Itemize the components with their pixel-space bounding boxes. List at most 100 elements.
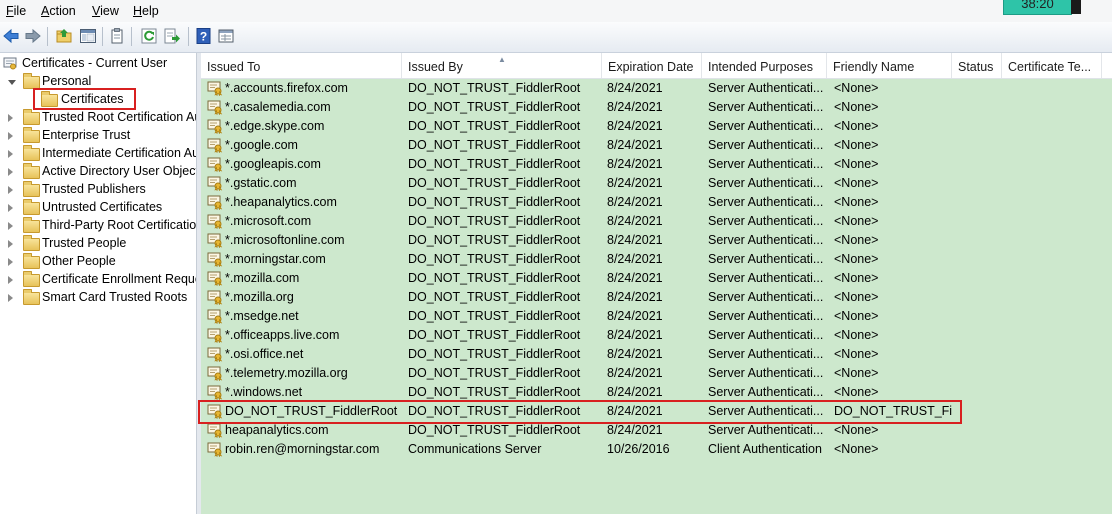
cell-expiration-date: 8/24/2021 bbox=[607, 271, 663, 285]
tree-item[interactable]: Smart Card Trusted Roots bbox=[8, 289, 196, 307]
toolbar-separator bbox=[188, 27, 189, 46]
up-folder-icon[interactable] bbox=[55, 27, 73, 45]
cell-expiration-date: 8/24/2021 bbox=[607, 100, 663, 114]
cell-friendly-name: <None> bbox=[834, 271, 879, 285]
tree-item[interactable]: Active Directory User Object bbox=[8, 163, 196, 181]
certificate-row[interactable]: *.telemetry.mozilla.org DO_NOT_TRUST_Fidd… bbox=[201, 364, 1112, 383]
certificate-row[interactable]: *.casalemedia.com DO_NOT_TRUST_FiddlerRoo… bbox=[201, 98, 1112, 117]
collapsed-arrow-icon[interactable] bbox=[8, 240, 13, 248]
tree-item[interactable]: Third-Party Root Certification Authoriti… bbox=[8, 217, 196, 235]
tree-item-label: Untrusted Certificates bbox=[42, 200, 163, 214]
certificate-row[interactable]: *.morningstar.com DO_NOT_TRUST_FiddlerRoo… bbox=[201, 250, 1112, 269]
certificate-icon bbox=[207, 100, 223, 115]
tree-item[interactable]: Trusted People bbox=[8, 235, 196, 253]
certificate-icon bbox=[207, 309, 223, 324]
column-intended-purposes[interactable]: Intended Purposes bbox=[702, 53, 827, 78]
tree-item[interactable]: Certificate Enrollment Requests bbox=[8, 271, 196, 289]
cell-intended-purposes: Server Authenticati... bbox=[708, 195, 824, 209]
cell-expiration-date: 8/24/2021 bbox=[607, 176, 663, 190]
export-list-icon[interactable] bbox=[163, 27, 181, 45]
menu-help[interactable]: Help bbox=[133, 4, 159, 18]
certificate-icon bbox=[207, 271, 223, 286]
certificate-icon bbox=[207, 385, 223, 400]
cell-expiration-date: 8/24/2021 bbox=[607, 157, 663, 171]
toolbar-separator bbox=[47, 27, 48, 46]
cell-issued-to: *.morningstar.com bbox=[225, 252, 326, 266]
cell-issued-to: *.windows.net bbox=[225, 385, 303, 399]
cell-intended-purposes: Server Authenticati... bbox=[708, 214, 824, 228]
certificate-icon bbox=[207, 119, 223, 134]
folder-icon bbox=[23, 253, 40, 269]
cell-friendly-name: <None> bbox=[834, 214, 879, 228]
cell-issued-by: DO_NOT_TRUST_FiddlerRoot bbox=[408, 423, 581, 437]
certificate-row[interactable]: *.google.com DO_NOT_TRUST_FiddlerRoot 8/24… bbox=[201, 136, 1112, 155]
cell-issued-by: DO_NOT_TRUST_FiddlerRoot bbox=[408, 81, 581, 95]
collapsed-arrow-icon[interactable] bbox=[8, 186, 13, 194]
certificate-row[interactable]: robin.ren@morningstar.com Communications … bbox=[201, 440, 1112, 459]
column-friendly-name[interactable]: Friendly Name bbox=[827, 53, 952, 78]
help-icon[interactable]: ? bbox=[195, 27, 213, 45]
cell-issued-to: *.mozilla.com bbox=[225, 271, 300, 285]
highlight-certificates-node bbox=[33, 88, 136, 110]
column-expiration-date[interactable]: Expiration Date bbox=[602, 53, 702, 78]
certificate-row[interactable]: *.googleapis.com DO_NOT_TRUST_FiddlerRoot… bbox=[201, 155, 1112, 174]
collapsed-arrow-icon[interactable] bbox=[8, 258, 13, 266]
cell-issued-by: DO_NOT_TRUST_FiddlerRoot bbox=[408, 385, 581, 399]
cell-expiration-date: 8/24/2021 bbox=[607, 81, 663, 95]
certificate-row[interactable]: *.mozilla.com DO_NOT_TRUST_FiddlerRoot 8/2… bbox=[201, 269, 1112, 288]
cell-intended-purposes: Server Authenticati... bbox=[708, 328, 824, 342]
menu-file[interactable]: File bbox=[6, 4, 26, 18]
list-header: Issued To Issued By Expiration Date Inte… bbox=[201, 53, 1112, 79]
folder-icon bbox=[23, 145, 40, 161]
collapsed-arrow-icon[interactable] bbox=[8, 204, 13, 212]
forward-arrow-icon[interactable] bbox=[24, 27, 42, 45]
collapsed-arrow-icon[interactable] bbox=[8, 294, 13, 302]
collapsed-arrow-icon[interactable] bbox=[8, 150, 13, 158]
cell-expiration-date: 8/24/2021 bbox=[607, 290, 663, 304]
cell-issued-to: robin.ren@morningstar.com bbox=[225, 442, 380, 456]
cell-expiration-date: 8/24/2021 bbox=[607, 423, 663, 437]
clipboard-icon[interactable] bbox=[108, 27, 126, 45]
tree-item[interactable]: Intermediate Certification Authorities bbox=[8, 145, 196, 163]
certificate-row[interactable]: *.msedge.net DO_NOT_TRUST_FiddlerRoot 8/24… bbox=[201, 307, 1112, 326]
certificate-row[interactable]: *.osi.office.net DO_NOT_TRUST_FiddlerRoot… bbox=[201, 345, 1112, 364]
tree-item[interactable]: Other People bbox=[8, 253, 196, 271]
tree-item[interactable]: Enterprise Trust bbox=[8, 127, 196, 145]
cell-intended-purposes: Server Authenticati... bbox=[708, 233, 824, 247]
cell-issued-by: DO_NOT_TRUST_FiddlerRoot bbox=[408, 195, 581, 209]
show-hide-tree-icon[interactable] bbox=[79, 27, 97, 45]
cell-issued-by: DO_NOT_TRUST_FiddlerRoot bbox=[408, 176, 581, 190]
cell-issued-by: DO_NOT_TRUST_FiddlerRoot bbox=[408, 100, 581, 114]
refresh-icon[interactable] bbox=[140, 27, 158, 45]
cell-expiration-date: 8/24/2021 bbox=[607, 252, 663, 266]
collapsed-arrow-icon[interactable] bbox=[8, 276, 13, 284]
certificate-row[interactable]: *.microsoftonline.com DO_NOT_TRUST_Fiddle… bbox=[201, 231, 1112, 250]
cell-intended-purposes: Server Authenticati... bbox=[708, 157, 824, 171]
collapsed-arrow-icon[interactable] bbox=[8, 168, 13, 176]
menu-view[interactable]: View bbox=[92, 4, 119, 18]
cell-issued-to: *.google.com bbox=[225, 138, 298, 152]
collapsed-arrow-icon[interactable] bbox=[8, 114, 13, 122]
certificate-row[interactable]: *.edge.skype.com DO_NOT_TRUST_FiddlerRoot… bbox=[201, 117, 1112, 136]
tree-item-label: Trusted Root Certification Authorities bbox=[42, 110, 196, 124]
cell-friendly-name: <None> bbox=[834, 252, 879, 266]
column-certificate-template[interactable]: Certificate Te... bbox=[1002, 53, 1102, 78]
certificate-row[interactable]: *.mozilla.org DO_NOT_TRUST_FiddlerRoot 8/2… bbox=[201, 288, 1112, 307]
certificate-row[interactable]: *.accounts.firefox.com DO_NOT_TRUST_Fiddl… bbox=[201, 79, 1112, 98]
expanded-arrow-icon[interactable] bbox=[8, 80, 16, 85]
tree-item[interactable]: Trusted Publishers bbox=[8, 181, 196, 199]
certificate-row[interactable]: *.heapanalytics.com DO_NOT_TRUST_FiddlerR… bbox=[201, 193, 1112, 212]
certificate-row[interactable]: *.gstatic.com DO_NOT_TRUST_FiddlerRoot 8/2… bbox=[201, 174, 1112, 193]
properties-icon[interactable] bbox=[217, 27, 235, 45]
collapsed-arrow-icon[interactable] bbox=[8, 132, 13, 140]
back-arrow-icon[interactable] bbox=[2, 27, 20, 45]
tree-item[interactable]: Trusted Root Certification Authorities bbox=[8, 109, 196, 127]
tree-item[interactable]: Untrusted Certificates bbox=[8, 199, 196, 217]
menu-action[interactable]: Action bbox=[41, 4, 76, 18]
column-status[interactable]: Status bbox=[952, 53, 1002, 78]
cell-friendly-name: <None> bbox=[834, 442, 879, 456]
certificate-row[interactable]: *.officeapps.live.com DO_NOT_TRUST_Fiddle… bbox=[201, 326, 1112, 345]
certificate-row[interactable]: *.microsoft.com DO_NOT_TRUST_FiddlerRoot 8… bbox=[201, 212, 1112, 231]
collapsed-arrow-icon[interactable] bbox=[8, 222, 13, 230]
column-issued-to[interactable]: Issued To bbox=[201, 53, 402, 78]
